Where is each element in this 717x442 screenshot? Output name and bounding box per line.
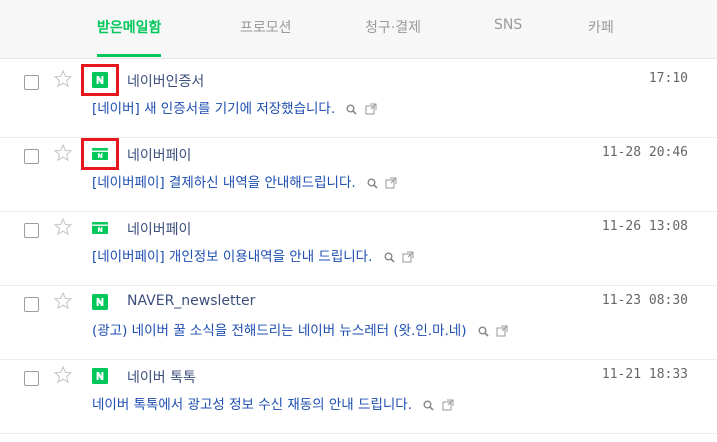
mail-subject[interactable]: 네이버 톡톡에서 광고성 정보 수신 재동의 안내 드립니다. [92,393,454,413]
mail-row[interactable]: 네이버페이 11-26 13:08 [네이버페이] 개인정보 이용내역을 안내 … [0,212,717,286]
star-icon[interactable] [53,291,73,311]
mail-subject-text[interactable]: [네이버] 새 인증서를 기기에 저장했습니다. [92,101,335,117]
tab-cafe[interactable]: 카페 [588,17,614,57]
preview-search-icon[interactable] [346,104,358,115]
tab-billing[interactable]: 청구·결제 [365,17,421,57]
naver-n-icon [92,368,108,384]
mail-row[interactable]: 네이버페이 11-28 20:46 [네이버페이] 결제하신 내역을 안내해드립… [0,138,717,212]
mail-row[interactable]: 네이버 톡톡 11-21 18:33 네이버 톡톡에서 광고성 정보 수신 재동… [0,360,717,434]
tab-sns[interactable]: SNS [494,17,522,57]
select-checkbox[interactable] [24,223,39,238]
mail-time: 11-26 13:08 [601,219,688,234]
mail-row[interactable]: NAVER_newsletter 11-23 08:30 (광고) 네이버 꿀 … [0,286,717,360]
mail-subject[interactable]: [네이버페이] 개인정보 이용내역을 안내 드립니다. [92,245,414,265]
mail-tools [343,101,377,117]
open-new-window-icon[interactable] [496,325,508,337]
mailbox-tabs: 받은메일함 프로모션 청구·결제 SNS 카페 [0,0,717,59]
open-new-window-icon[interactable] [442,399,454,411]
mail-sender[interactable]: 네이버페이 [127,145,191,165]
tab-promotion[interactable]: 프로모션 [240,17,292,57]
select-checkbox[interactable] [24,371,39,386]
highlight-box [81,64,119,96]
mail-subject-text[interactable]: (광고) 네이버 꿀 소식을 전해드리는 네이버 뉴스레터 (왓.인.마.네) [92,323,466,339]
star-icon[interactable] [53,69,73,89]
preview-search-icon[interactable] [367,178,378,189]
open-new-window-icon[interactable] [402,251,414,263]
preview-search-icon[interactable] [423,400,434,411]
mail-sender[interactable]: 네이버인증서 [127,71,204,91]
mail-tools [475,323,508,339]
mail-time: 17:10 [648,71,688,86]
mail-row[interactable]: 네이버인증서 17:10 [네이버] 새 인증서를 기기에 저장했습니다. [0,64,717,138]
open-new-window-icon[interactable] [365,103,377,115]
mail-subject-text[interactable]: [네이버페이] 개인정보 이용내역을 안내 드립니다. [92,249,372,265]
preview-search-icon[interactable] [384,252,395,263]
mail-tools [381,249,414,265]
naver-pay-icon [92,222,108,234]
mail-subject[interactable]: [네이버] 새 인증서를 기기에 저장했습니다. [92,97,377,117]
mail-time: 11-21 18:33 [601,367,688,382]
mail-subject[interactable]: (광고) 네이버 꿀 소식을 전해드리는 네이버 뉴스레터 (왓.인.마.네) [92,319,508,339]
select-checkbox[interactable] [24,297,39,312]
mail-sender[interactable]: 네이버페이 [127,219,191,239]
tab-inbox[interactable]: 받은메일함 [97,17,162,57]
star-icon[interactable] [53,143,73,163]
open-new-window-icon[interactable] [385,177,397,189]
mail-time: 11-23 08:30 [601,293,688,308]
mail-tools [420,397,454,413]
star-icon[interactable] [53,217,73,237]
mail-time: 11-28 20:46 [601,145,688,160]
preview-search-icon[interactable] [478,326,489,337]
mail-sender[interactable]: NAVER_newsletter [127,293,255,309]
select-checkbox[interactable] [24,75,39,90]
mail-subject-text[interactable]: [네이버페이] 결제하신 내역을 안내해드립니다. [92,175,356,191]
mail-sender[interactable]: 네이버 톡톡 [127,367,196,387]
naver-n-icon [92,294,108,310]
star-icon[interactable] [53,365,73,385]
mail-subject-text[interactable]: 네이버 톡톡에서 광고성 정보 수신 재동의 안내 드립니다. [92,397,412,413]
highlight-box [81,138,119,170]
mail-subject[interactable]: [네이버페이] 결제하신 내역을 안내해드립니다. [92,171,397,191]
mail-tools [364,175,397,191]
select-checkbox[interactable] [24,149,39,164]
